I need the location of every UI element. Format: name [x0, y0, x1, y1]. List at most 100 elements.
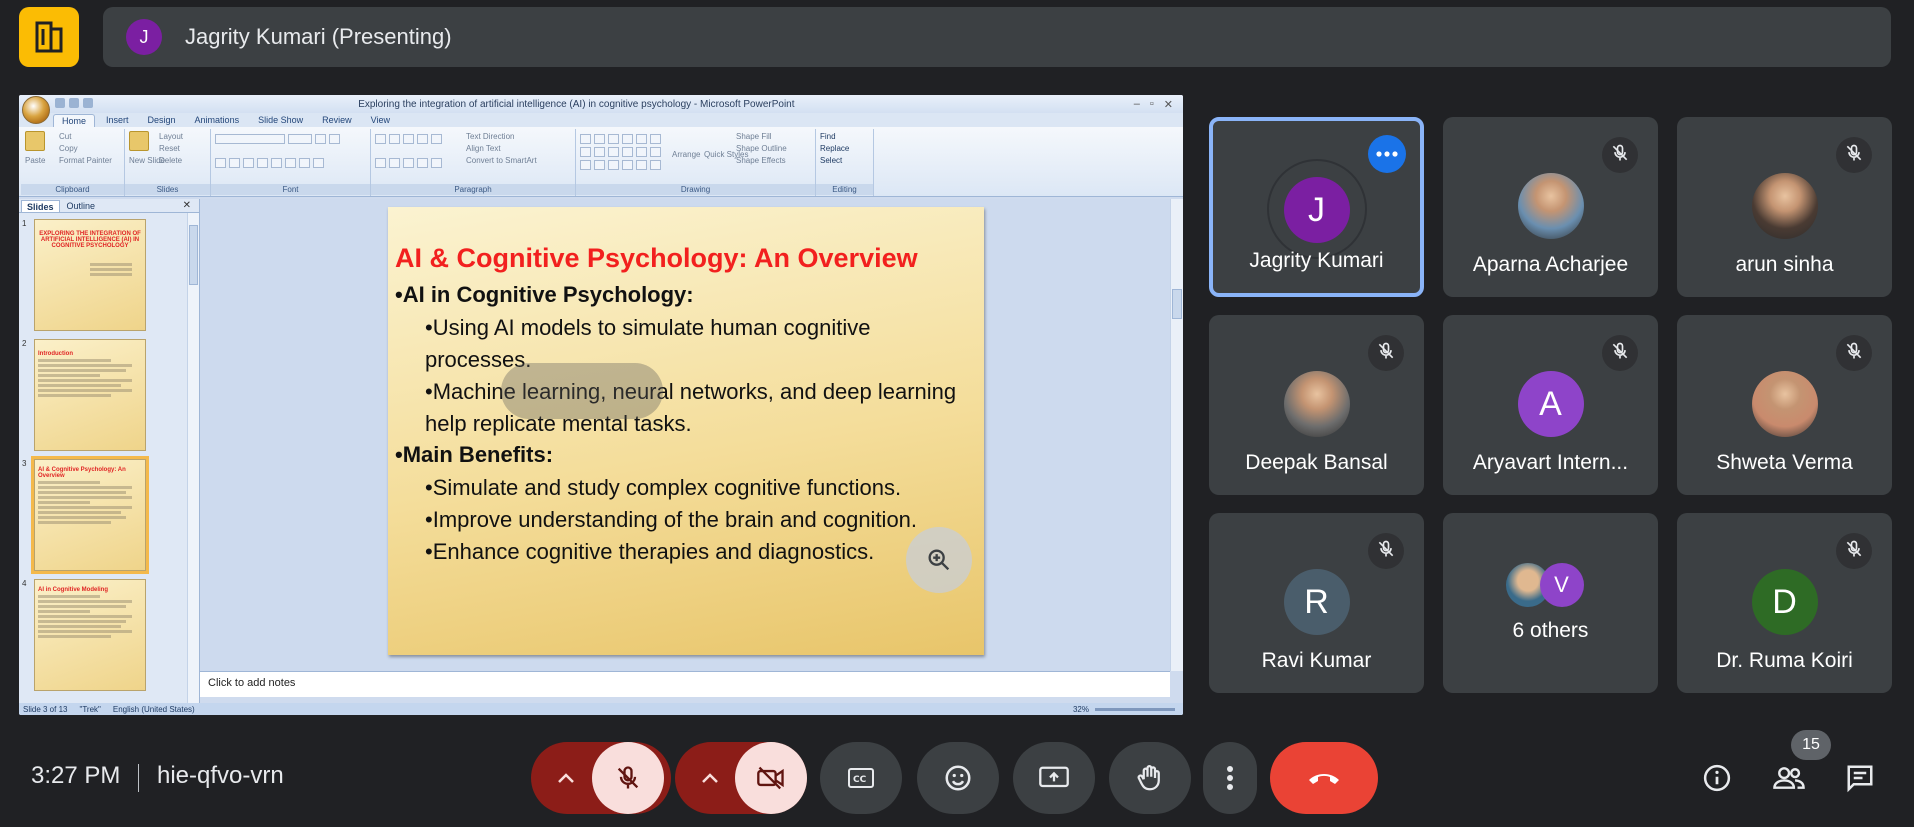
participant-tile[interactable]: Deepak Bansal	[1209, 315, 1424, 495]
thumbnail-number: 3	[22, 459, 27, 468]
shape-fill-button[interactable]: Shape Fill	[736, 131, 787, 143]
chat-button[interactable]	[1836, 754, 1884, 802]
zoom-level[interactable]: 32%	[1073, 705, 1089, 714]
more-options-button[interactable]	[1203, 742, 1257, 814]
group-label-drawing: Drawing	[576, 184, 815, 195]
leave-call-button[interactable]	[1270, 742, 1378, 814]
tab-view[interactable]: View	[363, 114, 398, 127]
meeting-code[interactable]: hie-qfvo-vrn	[157, 762, 284, 790]
participant-tile[interactable]: A Aryavart Intern...	[1443, 315, 1658, 495]
format-painter-button[interactable]: Format Painter	[59, 155, 112, 167]
thumbnail-number: 2	[22, 339, 27, 348]
maximize-icon[interactable]: ▫	[1150, 98, 1154, 111]
slides-panel: Slides Outline ✕ 1 EXPLORING THE INTEGRA…	[19, 199, 200, 703]
edit-scrollbar[interactable]	[1170, 199, 1183, 671]
new-slide-icon[interactable]	[129, 131, 149, 151]
copy-button[interactable]: Copy	[59, 143, 112, 155]
participant-tile[interactable]: Aparna Acharjee	[1443, 117, 1658, 297]
layout-button[interactable]: Layout	[159, 131, 183, 143]
replace-button[interactable]: Replace	[820, 143, 869, 155]
paste-icon[interactable]	[25, 131, 45, 151]
slide-thumbnail-1[interactable]: EXPLORING THE INTEGRATION OF ARTIFICIAL …	[34, 219, 146, 331]
save-icon[interactable]	[55, 98, 65, 108]
group-label-font: Font	[211, 184, 370, 195]
captions-button[interactable]: CC	[820, 742, 902, 814]
avatar: J	[1283, 177, 1350, 243]
chat-icon	[1847, 765, 1873, 793]
italic-icon[interactable]	[229, 158, 240, 168]
arrange-button[interactable]: Arrange	[672, 149, 700, 161]
tab-slide-show[interactable]: Slide Show	[250, 114, 311, 127]
font-family-select[interactable]	[215, 134, 285, 144]
slide-thumbnail-2[interactable]: Introduction	[34, 339, 146, 451]
font-size-select[interactable]	[288, 134, 312, 144]
justify-icon[interactable]	[417, 158, 428, 168]
cut-button[interactable]: Cut	[59, 131, 112, 143]
delete-button[interactable]: Delete	[159, 155, 183, 167]
participant-tile[interactable]: arun sinha	[1677, 117, 1892, 297]
participant-tile[interactable]: J Jagrity Kumari	[1209, 117, 1424, 297]
tab-design[interactable]: Design	[140, 114, 184, 127]
participant-tile[interactable]: D Dr. Ruma Koiri	[1677, 513, 1892, 693]
zoom-in-button[interactable]	[906, 527, 972, 593]
tab-outline-panel[interactable]: Outline	[62, 200, 101, 212]
select-button[interactable]: Select	[820, 155, 869, 167]
align-text-button[interactable]: Align Text	[466, 143, 537, 155]
ribbon-group-paragraph: Text Direction Align Text Convert to Sma…	[371, 129, 576, 196]
meeting-details-button[interactable]	[1693, 754, 1741, 802]
quick-access-toolbar	[55, 98, 93, 108]
tile-options-button[interactable]	[1368, 135, 1406, 173]
participant-name: Ravi Kumar	[1261, 649, 1372, 672]
minimize-icon[interactable]: –	[1134, 98, 1140, 111]
office-button[interactable]	[22, 96, 50, 124]
find-button[interactable]: Find	[820, 131, 869, 143]
zoom-slider[interactable]	[1095, 707, 1175, 711]
align-right-icon[interactable]	[403, 158, 414, 168]
participant-count-badge: 15	[1791, 730, 1831, 760]
microphone-toggle-button[interactable]	[592, 742, 664, 814]
avatar: A	[1517, 371, 1584, 437]
bold-icon[interactable]	[215, 158, 226, 168]
present-icon	[1039, 766, 1069, 788]
raise-hand-button[interactable]	[1109, 742, 1191, 814]
align-center-icon[interactable]	[389, 158, 400, 168]
info-icon	[1703, 764, 1731, 792]
svg-text:CC: CC	[853, 775, 867, 785]
camera-off-icon	[757, 766, 784, 790]
convert-smartart-button[interactable]: Convert to SmartArt	[466, 155, 537, 167]
people-button[interactable]	[1765, 754, 1813, 802]
slide-thumbnail-3[interactable]: AI & Cognitive Psychology: An Overview	[31, 456, 149, 574]
participant-tile[interactable]: V 6 others	[1443, 513, 1658, 693]
tab-slides-panel[interactable]: Slides	[21, 200, 60, 212]
underline-icon[interactable]	[243, 158, 254, 168]
tab-home[interactable]: Home	[53, 114, 96, 127]
participant-tile[interactable]: R Ravi Kumar	[1209, 513, 1424, 693]
theme-name: "Trek"	[79, 704, 101, 714]
tab-review[interactable]: Review	[314, 114, 360, 127]
shape-outline-button[interactable]: Shape Outline	[736, 143, 787, 155]
reactions-button[interactable]	[917, 742, 999, 814]
undo-icon[interactable]	[69, 98, 79, 108]
chevron-up-icon	[558, 773, 574, 783]
present-screen-button[interactable]	[1013, 742, 1095, 814]
participant-tile[interactable]: Shweta Verma	[1677, 315, 1892, 495]
panel-scrollbar[interactable]	[187, 213, 199, 703]
slide-thumbnail-4[interactable]: AI in Cognitive Modeling	[34, 579, 146, 691]
redo-icon[interactable]	[83, 98, 93, 108]
shape-icon[interactable]	[580, 134, 591, 144]
slide-subbullet: •Simulate and study complex cognitive fu…	[425, 475, 902, 500]
presenter-bar[interactable]: J Jagrity Kumari (Presenting)	[103, 7, 1891, 67]
shape-effects-button[interactable]: Shape Effects	[736, 155, 787, 167]
tab-insert[interactable]: Insert	[98, 114, 137, 127]
text-direction-button[interactable]: Text Direction	[466, 131, 537, 143]
slide-subbullet: •Improve understanding of the brain and …	[425, 507, 918, 532]
close-panel-icon[interactable]: ✕	[178, 200, 196, 212]
tab-animations[interactable]: Animations	[187, 114, 248, 127]
avatar	[1751, 371, 1818, 437]
close-icon[interactable]: ✕	[1164, 98, 1173, 111]
notes-pane[interactable]: Click to add notes	[200, 671, 1170, 697]
camera-toggle-button[interactable]	[735, 742, 807, 814]
align-left-icon[interactable]	[375, 158, 386, 168]
current-slide[interactable]: AI & Cognitive Psychology: An Overview •…	[388, 207, 984, 655]
reset-button[interactable]: Reset	[159, 143, 183, 155]
